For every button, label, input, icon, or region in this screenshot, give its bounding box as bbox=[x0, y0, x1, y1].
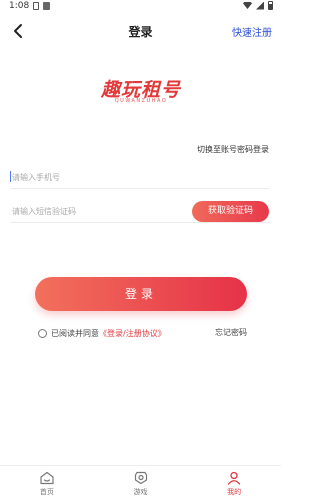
quick-register-link[interactable]: 快速注册 bbox=[232, 24, 272, 39]
tab-mine-label: 我的 bbox=[227, 488, 242, 496]
home-icon bbox=[40, 471, 54, 485]
user-icon bbox=[228, 471, 241, 485]
header: 登录 快速注册 bbox=[0, 14, 281, 48]
sms-code-field: 获取验证码 bbox=[10, 199, 270, 223]
game-icon bbox=[134, 471, 147, 485]
agreement-row: 已阅读并同意 《登录/注册协议》 bbox=[38, 327, 166, 339]
agreement-text: 已阅读并同意 bbox=[51, 328, 99, 338]
phone-input[interactable] bbox=[12, 167, 182, 187]
text-cursor bbox=[10, 171, 11, 182]
tab-games[interactable]: 游戏 bbox=[94, 466, 188, 500]
app-logo: 趣玩租号 QUWANZUHAO bbox=[97, 75, 185, 107]
forgot-password-link[interactable]: 忘记密码 bbox=[215, 327, 247, 338]
status-bar: 1:08 bbox=[0, 0, 281, 14]
get-code-button[interactable]: 获取验证码 bbox=[192, 201, 269, 222]
tab-home[interactable]: 首页 bbox=[0, 466, 94, 500]
battery-icon bbox=[268, 1, 273, 10]
sim-icon bbox=[43, 2, 50, 10]
status-time: 1:08 bbox=[9, 1, 30, 11]
switch-to-password-login-link[interactable]: 切换至账号密码登录 bbox=[197, 144, 269, 155]
agreement-checkbox[interactable] bbox=[38, 328, 47, 338]
bottom-tab-bar: 首页 游戏 我的 bbox=[0, 465, 281, 500]
signal-icon bbox=[256, 1, 264, 10]
tab-mine[interactable]: 我的 bbox=[187, 466, 281, 500]
logo-subtext: QUWANZUHAO bbox=[114, 98, 168, 104]
notification-icon bbox=[33, 2, 39, 10]
tab-home-label: 首页 bbox=[39, 488, 54, 496]
wifi-icon bbox=[243, 2, 252, 9]
sms-code-input[interactable] bbox=[12, 201, 182, 221]
tab-games-label: 游戏 bbox=[133, 488, 148, 496]
agreement-link[interactable]: 《登录/注册协议》 bbox=[99, 328, 166, 339]
login-button[interactable]: 登录 bbox=[35, 277, 247, 311]
phone-field bbox=[10, 165, 270, 189]
